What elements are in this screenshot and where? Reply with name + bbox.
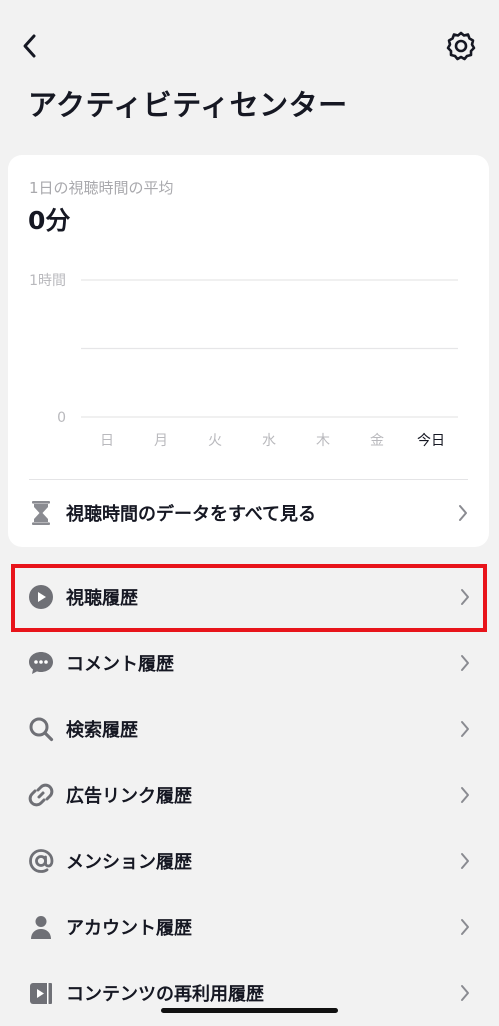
hourglass-icon [27, 499, 55, 527]
view-all-watch-time-row[interactable]: 視聴時間のデータをすべて見る [8, 485, 489, 541]
chevron-right-icon [459, 983, 471, 1003]
view-all-watch-time-label: 視聴時間のデータをすべて見る [66, 504, 317, 525]
chart-x-tick-label: 火 [208, 433, 222, 449]
search-icon [27, 715, 55, 743]
menu-item-comment-history[interactable]: コメント履歴 [0, 630, 499, 696]
chevron-right-icon [459, 653, 471, 673]
menu-item-watch-history[interactable]: 視聴履歴 [0, 564, 499, 630]
home-indicator [161, 1008, 338, 1013]
chart-x-tick-label: 今日 [417, 433, 445, 449]
chevron-right-icon [459, 719, 471, 739]
average-watch-time-value: 0分 [28, 206, 71, 235]
menu-item-label: メンション履歴 [66, 852, 192, 873]
chart-y-tick-label: 1時間 [29, 273, 66, 289]
menu-item-account-history[interactable]: アカウント履歴 [0, 894, 499, 960]
person-icon [27, 913, 55, 941]
play-circle-icon [27, 583, 55, 611]
chevron-right-icon [459, 587, 471, 607]
watch-time-card: 1日の視聴時間の平均 0分 1時間 0 日 月 火 水 木 金 今日 視聴時間のデータをすべて見… [8, 155, 489, 547]
chart-x-tick-label: 水 [262, 433, 276, 449]
history-menu: 視聴履歴 コメント履歴 検索履歴 広告リンク履歴 メンション履歴 アカウント履歴… [0, 564, 499, 1026]
chart-y-tick-label: 0 [57, 410, 66, 426]
settings-button[interactable] [443, 28, 479, 64]
menu-item-search-history[interactable]: 検索履歴 [0, 696, 499, 762]
menu-item-label: コメント履歴 [66, 654, 174, 675]
at-sign-icon [27, 847, 55, 875]
menu-item-ad-link-history[interactable]: 広告リンク履歴 [0, 762, 499, 828]
chart-x-tick-label: 月 [154, 433, 168, 449]
chart-x-tick-label: 木 [316, 433, 330, 449]
link-icon [27, 781, 55, 809]
watch-time-chart: 1時間 0 日 月 火 水 木 金 今日 [29, 273, 458, 449]
page-title: アクティビティセンター [28, 88, 348, 122]
menu-item-label: 検索履歴 [66, 720, 138, 741]
menu-item-label: コンテンツの再利用履歴 [66, 984, 264, 1005]
chevron-right-icon [459, 917, 471, 937]
video-reuse-icon [27, 979, 55, 1007]
chart-x-tick-label: 金 [370, 433, 384, 449]
menu-item-mention-history[interactable]: メンション履歴 [0, 828, 499, 894]
menu-item-label: 広告リンク履歴 [66, 786, 192, 807]
average-watch-time-label: 1日の視聴時間の平均 [29, 179, 174, 197]
menu-item-content-reuse-history[interactable]: コンテンツの再利用履歴 [0, 960, 499, 1026]
gear-icon [446, 31, 476, 61]
chevron-right-icon [457, 503, 469, 523]
chevron-right-icon [459, 851, 471, 871]
card-divider [29, 479, 468, 480]
back-arrow-icon [23, 34, 36, 58]
chart-x-tick-label: 日 [100, 433, 114, 449]
back-button[interactable] [14, 30, 46, 62]
chevron-right-icon [459, 785, 471, 805]
menu-item-label: アカウント履歴 [66, 918, 192, 939]
menu-item-label: 視聴履歴 [66, 588, 138, 609]
comment-bubble-icon [27, 649, 55, 677]
top-bar [0, 0, 499, 90]
